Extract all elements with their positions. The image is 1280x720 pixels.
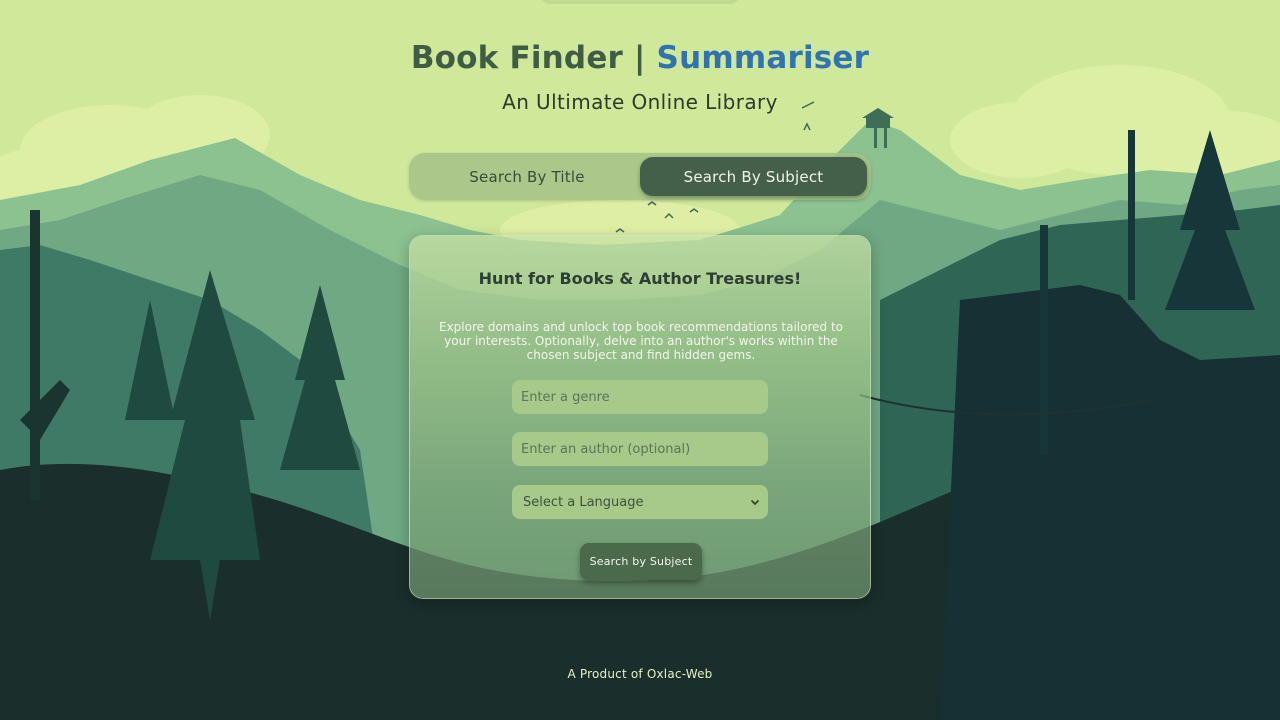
title-accent: Summariser [656, 40, 870, 76]
subject-search-card: Hunt for Books & Author Treasures! Explo… [409, 235, 871, 599]
language-select[interactable]: Select a Language [512, 485, 768, 519]
author-input[interactable] [512, 432, 768, 466]
page-title: Book Finder | Summariser [0, 40, 1280, 76]
page-header: Book Finder | Summariser An Ultimate Onl… [0, 40, 1280, 114]
tab-search-by-title[interactable]: Search By Title [413, 157, 641, 196]
tab-search-by-subject[interactable]: Search By Subject [640, 157, 867, 196]
card-heading: Hunt for Books & Author Treasures! [478, 269, 802, 288]
footer-credit: A Product of Oxlac-Web [567, 667, 713, 681]
top-handle [540, 0, 740, 4]
card-description: Explore domains and unlock top book reco… [438, 320, 843, 362]
search-by-subject-button[interactable]: Search by Subject [580, 543, 702, 580]
title-main: Book Finder | [410, 40, 657, 76]
genre-input[interactable] [512, 380, 768, 414]
page-subtitle: An Ultimate Online Library [502, 90, 778, 114]
language-select-value: Select a Language [523, 494, 644, 510]
search-mode-tabs: Search By Title Search By Subject [409, 153, 871, 200]
chevron-down-icon [748, 495, 762, 509]
